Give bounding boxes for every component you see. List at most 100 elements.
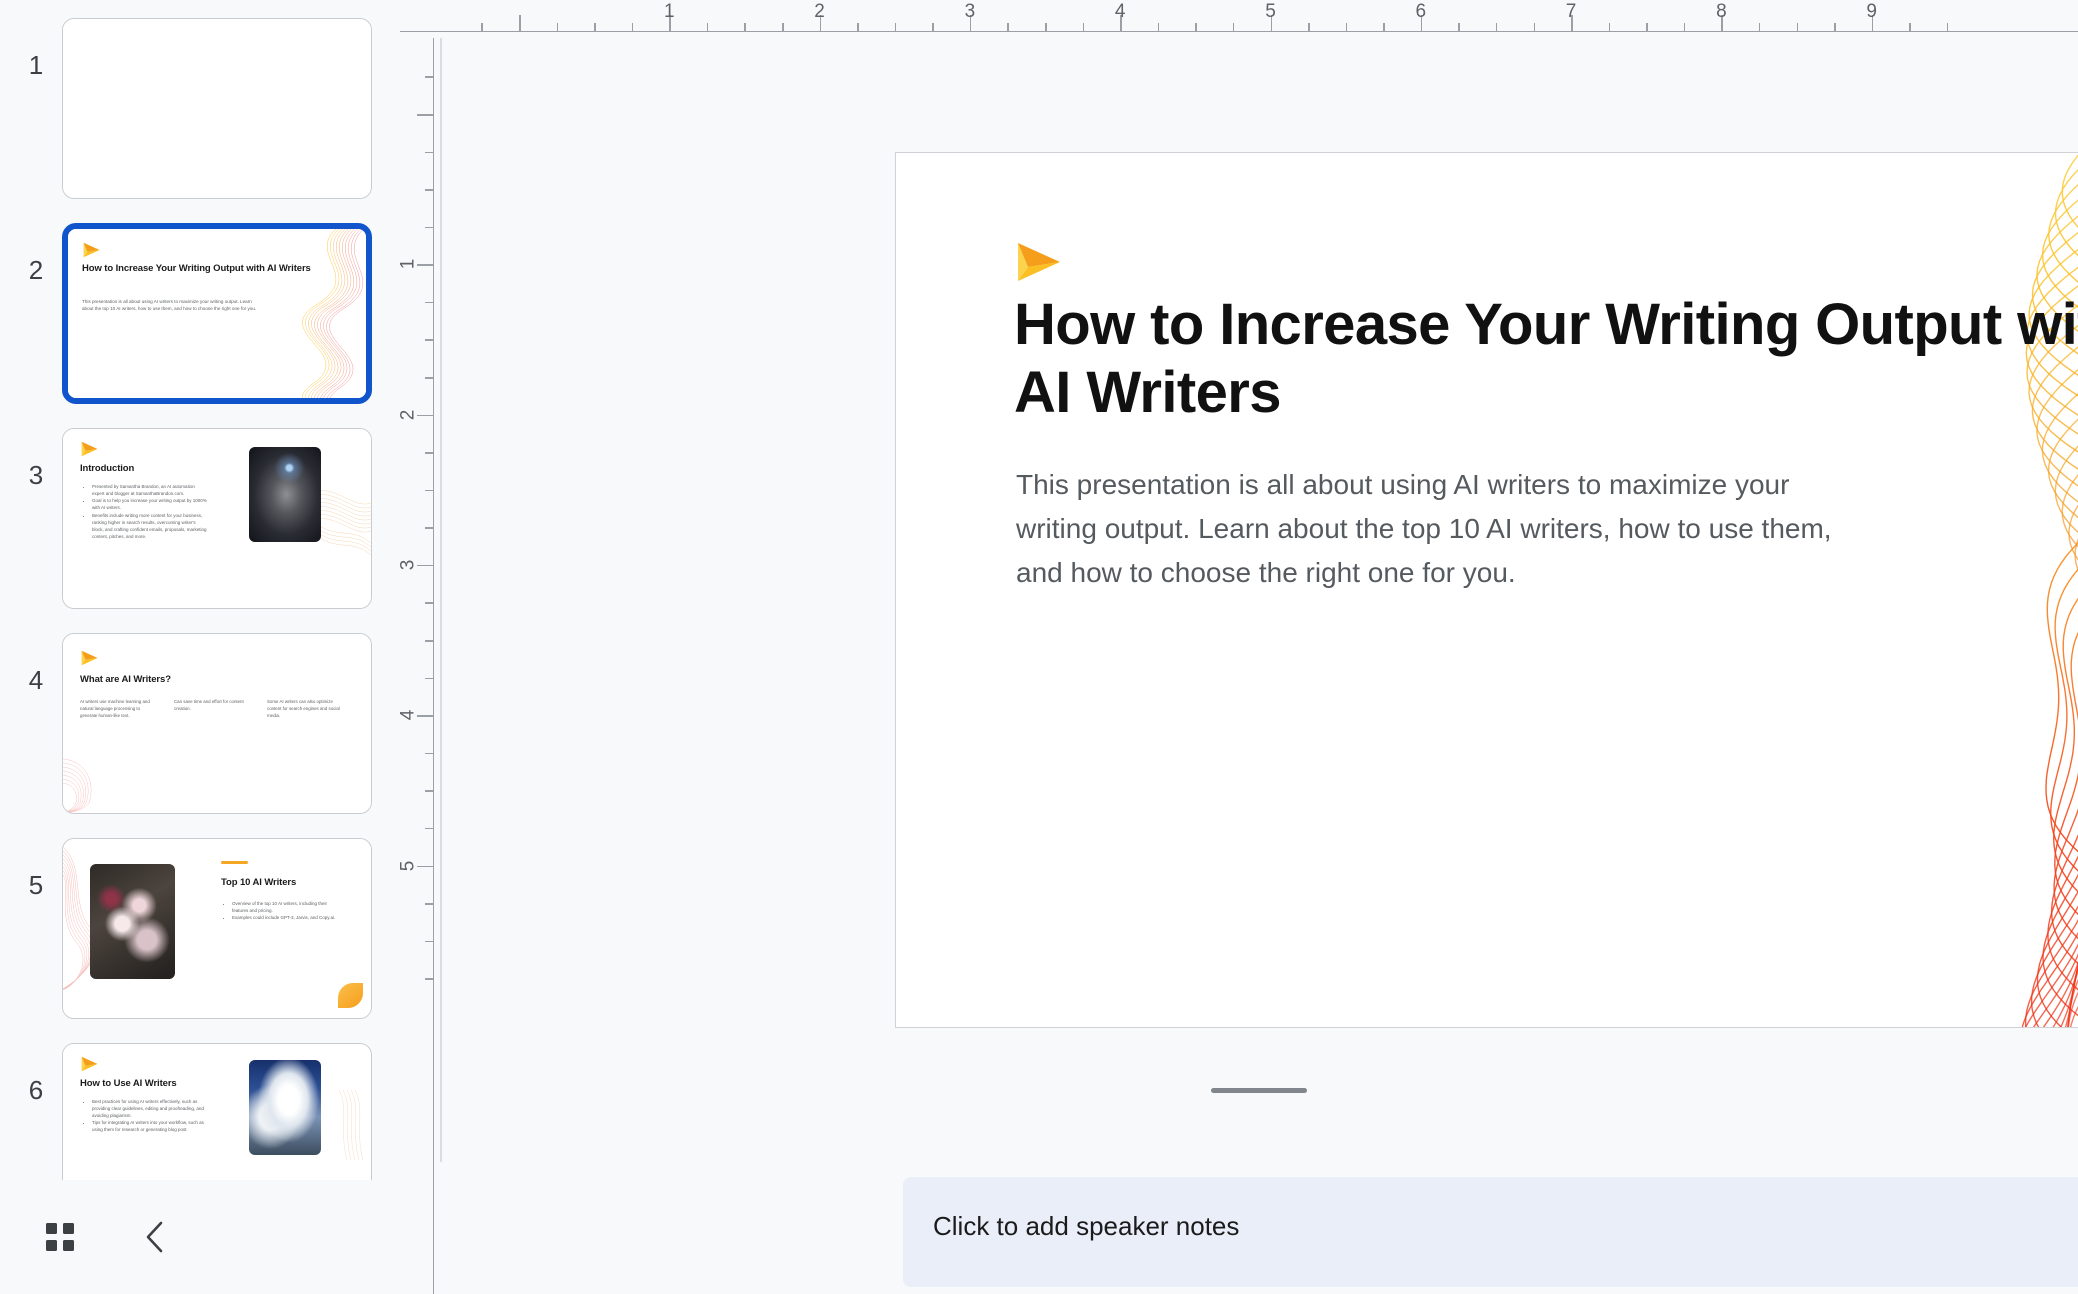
thumbnail-item-4[interactable]: 4 What are AI Writers? AI writers use ma… — [0, 633, 400, 814]
ruler-number: 5 — [400, 860, 420, 871]
thumbnail-card-selected[interactable]: How to Increase Your Writing Output with… — [62, 223, 372, 404]
thumbnail-column: AI writers use machine learning and natu… — [80, 699, 150, 718]
ruler-tick — [425, 452, 434, 454]
filmstrip-toolbar — [0, 1180, 400, 1294]
play-triangle-logo-icon — [1018, 243, 1060, 281]
robot-image — [249, 447, 321, 542]
horizontal-ruler[interactable]: 1 2 3 4 5 6 7 8 9 — [400, 0, 2078, 38]
list-item: Examples could include GPT-3, Jarvis, an… — [232, 915, 341, 922]
ruler-tick — [425, 827, 434, 830]
thumbnail-preview: What are AI Writers? AI writers use mach… — [63, 634, 371, 813]
accent-bar — [221, 861, 248, 864]
ruler-tick — [425, 527, 434, 529]
play-triangle-logo-icon — [81, 650, 98, 666]
ruler-tick — [706, 23, 709, 32]
ruler-tick — [556, 23, 559, 32]
vertical-ruler[interactable]: 1 2 3 4 5 — [400, 38, 440, 1294]
current-slide[interactable]: How to Increase Your Writing Output with… — [895, 152, 2078, 1028]
slide-title[interactable]: How to Increase Your Writing Output with… — [1014, 291, 2078, 428]
thumbnail-bullets: Best practices for using AI writers effe… — [83, 1099, 213, 1135]
thumbnail-item-3[interactable]: 3 Introduction Presented by Samantha Bra… — [0, 428, 400, 609]
thumbnail-card[interactable]: What are AI Writers? AI writers use mach… — [62, 633, 372, 814]
ruler-tick — [1758, 23, 1761, 32]
thumbnail-column: Can save time and effort for content cre… — [174, 699, 244, 711]
slide-canvas[interactable]: How to Increase Your Writing Output with… — [440, 38, 2078, 1294]
ruler-number: 2 — [400, 409, 420, 420]
speaker-notes-placeholder: Click to add speaker notes — [933, 1211, 1240, 1241]
list-item: Goal is to help you increase your writin… — [92, 498, 208, 512]
flower-image — [90, 864, 175, 979]
ruler-tick — [1383, 23, 1385, 32]
canvas-divider — [440, 38, 442, 1162]
ruler-tick — [425, 377, 434, 379]
leaf-decoration — [338, 983, 363, 1008]
ruler-tick — [417, 114, 434, 116]
ruler-tick — [631, 23, 634, 32]
wave-line — [2024, 324, 2078, 1027]
thumbnail-item-6[interactable]: 6 How to Use AI Writers Best practices f… — [0, 1043, 400, 1180]
ruler-tick — [425, 76, 434, 78]
thumbnail-item-2[interactable]: 2 How to Increase Your Writing Output wi… — [0, 223, 400, 404]
wave-line — [2067, 978, 2078, 1027]
thumbnail-bullets: Presented by Samantha Brandon, an AI aut… — [83, 484, 208, 541]
thumbnail-number: 6 — [28, 1075, 44, 1105]
ruler-number: 4 — [400, 710, 420, 721]
thumbnail-card[interactable]: Introduction Presented by Samantha Brand… — [62, 428, 372, 609]
thumbnail-preview: How to Increase Your Writing Output with… — [68, 229, 366, 398]
grid-view-icon — [46, 1223, 74, 1251]
play-triangle-logo-icon — [81, 1056, 98, 1072]
ruler-tick — [425, 189, 434, 191]
ruler-tick — [425, 339, 434, 341]
notes-splitter-handle[interactable] — [1211, 1088, 1307, 1093]
ruler-tick — [1683, 23, 1686, 32]
chevron-left-icon — [146, 1221, 163, 1253]
ruler-tick — [425, 940, 434, 943]
ruler-tick — [857, 23, 859, 32]
ruler-number: 5 — [1265, 1, 1276, 22]
slides-editor-window: 1 2 How to Increase Your Writing Output … — [0, 0, 2078, 1294]
thumbnail-title: What are AI Writers? — [80, 674, 171, 685]
orange-wave-decoration — [2021, 154, 2078, 1027]
ruler-number: 1 — [400, 259, 420, 270]
ruler-tick — [417, 865, 434, 867]
ruler-tick — [932, 23, 934, 32]
ruler-tick — [519, 15, 521, 32]
ruler-tick — [1195, 23, 1197, 32]
thumbnail-title: Top 10 AI Writers — [221, 877, 297, 888]
slide-body-text[interactable]: This presentation is all about using AI … — [1016, 463, 1856, 596]
ruler-tick — [417, 414, 434, 417]
thumbnail-card[interactable] — [62, 18, 372, 199]
ruler-tick — [782, 23, 784, 32]
ruler-number: 3 — [964, 1, 976, 22]
thumbnail-item-5[interactable]: 5 Top 10 AI Writers • Overview of the to… — [0, 838, 400, 1019]
wave-line — [2045, 154, 2078, 853]
thumbnail-list[interactable]: 1 2 How to Increase Your Writing Output … — [0, 0, 400, 1180]
play-triangle-logo-icon — [83, 242, 100, 258]
ruler-tick — [894, 23, 897, 32]
wave-decoration — [338, 1090, 364, 1160]
collapse-filmstrip-button[interactable] — [134, 1215, 178, 1259]
thumbnail-item-1[interactable]: 1 — [0, 18, 400, 199]
ruler-tick — [1232, 23, 1235, 32]
thumbnail-number: 2 — [28, 255, 44, 285]
thumbnail-number: 4 — [28, 665, 44, 695]
list-item: Benefits include writing more content fo… — [92, 513, 208, 541]
thumbnail-bullets: Overview of the top 10 AI writers, inclu… — [223, 901, 341, 923]
ruler-tick — [425, 301, 434, 304]
ruler-number: 3 — [400, 560, 420, 571]
thumbnail-card[interactable]: How to Use AI Writers Best practices for… — [62, 1043, 372, 1180]
ruler-tick — [1157, 23, 1160, 32]
ruler-tick — [425, 489, 434, 492]
speaker-notes-panel[interactable]: Click to add speaker notes — [903, 1177, 2078, 1287]
thumbnail-number: 1 — [28, 50, 44, 80]
ruler-tick — [1608, 23, 1611, 32]
ruler-tick — [1946, 23, 1949, 32]
ruler-number: 8 — [1716, 1, 1727, 22]
ruler-tick — [425, 640, 434, 642]
ruler-number: 2 — [814, 1, 825, 22]
grid-view-button[interactable] — [38, 1215, 82, 1259]
list-item: Best practices for using AI writers effe… — [92, 1099, 213, 1120]
thumbnail-card[interactable]: Top 10 AI Writers Overview of the top 10… — [62, 838, 372, 1019]
ruler-tick — [1458, 23, 1460, 32]
thumbnail-preview: Introduction Presented by Samantha Brand… — [63, 429, 371, 608]
